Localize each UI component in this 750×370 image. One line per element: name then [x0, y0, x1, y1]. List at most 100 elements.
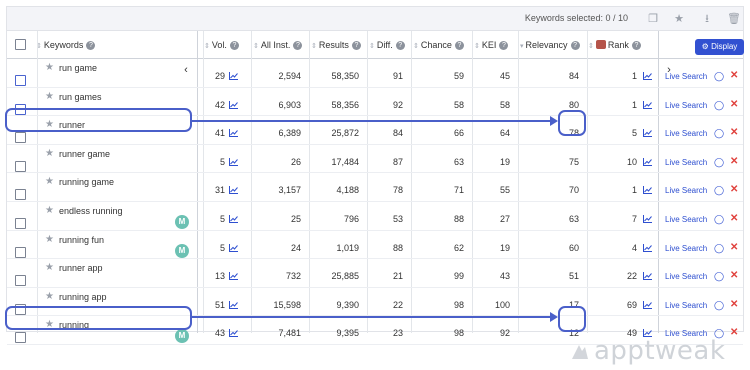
delete-icon[interactable]: ✕ — [730, 299, 738, 310]
cell-chance: 63 — [453, 156, 464, 167]
column-rank[interactable]: ⇕ Rank? — [588, 31, 641, 59]
trend-chart-icon[interactable] — [229, 329, 238, 338]
m-badge: M — [175, 243, 189, 258]
star-icon[interactable]: ★ — [45, 91, 54, 102]
trend-chart-icon[interactable] — [229, 100, 238, 109]
keyword-text: running fun — [59, 234, 105, 245]
trend-chart-icon[interactable] — [643, 300, 652, 309]
display-button[interactable]: ⚙ Display — [695, 39, 744, 55]
cell-results: 1,019 — [336, 242, 359, 253]
row-checkbox[interactable] — [15, 132, 26, 144]
live-search-link[interactable]: Live Search — [665, 215, 707, 224]
cell-diff: 91 — [392, 71, 403, 81]
lightbulb-icon[interactable]: ◯ — [714, 185, 724, 196]
trend-chart-icon[interactable] — [229, 72, 238, 80]
cell-diff: 88 — [392, 242, 403, 253]
row-checkbox[interactable] — [15, 275, 26, 287]
select-all-checkbox[interactable] — [15, 39, 26, 50]
lightbulb-icon[interactable]: ◯ — [714, 157, 724, 168]
delete-icon[interactable]: ✕ — [730, 99, 738, 110]
column-keywords[interactable]: ⇕ Keywords? — [36, 31, 96, 59]
download-icon[interactable]: ⭳ — [699, 11, 715, 27]
table-row[interactable]: ★ run game 29 2,594 58,350 91 59 45 84 1 Live Sear… — [7, 59, 743, 88]
column-diff[interactable]: ⇕ Diff.? — [369, 31, 405, 59]
column-chance[interactable]: ⇕ Chance? — [413, 31, 464, 59]
delete-icon[interactable]: ✕ — [730, 270, 738, 281]
trend-chart-icon[interactable] — [229, 157, 238, 166]
column-relevancy[interactable]: ▾ Relevancy? — [520, 31, 580, 59]
table-row[interactable]: ★ runner app 13 732 25,885 21 99 43 51 22 Live Sea… — [7, 259, 743, 288]
trend-chart-icon[interactable] — [229, 272, 238, 281]
copy-icon[interactable]: ❐ — [645, 11, 661, 27]
trend-chart-icon[interactable] — [229, 186, 238, 195]
star-icon[interactable]: ★ — [45, 262, 54, 273]
live-search-link[interactable]: Live Search — [665, 158, 707, 167]
cell-kei: 43 — [499, 271, 510, 282]
trend-chart-icon[interactable] — [229, 129, 238, 138]
cell-kei: 58 — [499, 99, 510, 110]
trash-icon[interactable]: 🗑 — [726, 11, 742, 27]
cell-results: 796 — [343, 214, 359, 224]
live-search-link[interactable]: Live Search — [665, 72, 707, 81]
trend-chart-icon[interactable] — [643, 129, 652, 138]
live-search-link[interactable]: Live Search — [665, 101, 707, 110]
star-icon[interactable]: ★ — [45, 205, 54, 216]
row-checkbox[interactable] — [15, 218, 26, 229]
live-search-link[interactable]: Live Search — [665, 272, 707, 281]
cell-kei: 55 — [499, 185, 510, 196]
lightbulb-icon[interactable]: ◯ — [714, 300, 724, 311]
star-icon[interactable]: ★ — [45, 176, 54, 187]
lightbulb-icon[interactable]: ◯ — [714, 271, 724, 282]
delete-icon[interactable]: ✕ — [730, 70, 738, 81]
star-icon[interactable]: ★ — [45, 291, 54, 302]
cell-kei: 64 — [499, 128, 510, 139]
cell-all-inst: 2,594 — [278, 71, 301, 81]
table-row[interactable]: ★ running game 31 3,157 4,188 78 71 55 70 1 Live S… — [7, 173, 743, 202]
row-checkbox[interactable] — [15, 332, 26, 344]
trend-chart-icon[interactable] — [229, 243, 238, 252]
trend-chart-icon[interactable] — [643, 186, 652, 195]
live-search-link[interactable]: Live Search — [665, 301, 707, 310]
lightbulb-icon[interactable]: ◯ — [714, 243, 724, 254]
table-row[interactable]: ★ running fun M 5 24 1,019 88 62 19 60 4 Live Searc… — [7, 231, 743, 260]
star-icon[interactable]: ★ — [671, 11, 687, 27]
live-search-link[interactable]: Live Search — [665, 244, 707, 253]
star-icon[interactable]: ★ — [45, 62, 54, 73]
cell-all-inst: 24 — [290, 242, 301, 253]
cell-results: 58,356 — [331, 99, 359, 110]
lightbulb-icon[interactable]: ◯ — [714, 100, 724, 111]
trend-chart-icon[interactable] — [643, 243, 652, 252]
live-search-link[interactable]: Live Search — [665, 129, 707, 138]
table-row[interactable]: ★ runner game 5 26 17,484 87 63 19 75 10 Live Sear… — [7, 145, 743, 174]
delete-icon[interactable]: ✕ — [730, 213, 738, 224]
live-search-link[interactable]: Live Search — [665, 186, 707, 195]
delete-icon[interactable]: ✕ — [730, 127, 738, 138]
delete-icon[interactable]: ✕ — [730, 242, 738, 253]
trend-chart-icon[interactable] — [643, 157, 652, 166]
trend-chart-icon[interactable] — [643, 100, 652, 109]
row-checkbox[interactable] — [15, 160, 26, 172]
cell-diff: 53 — [392, 214, 403, 224]
row-checkbox[interactable] — [15, 75, 26, 86]
lightbulb-icon[interactable]: ◯ — [714, 71, 724, 82]
trend-chart-icon[interactable] — [229, 300, 238, 309]
lightbulb-icon[interactable]: ◯ — [714, 214, 724, 225]
table-row[interactable]: ★ endless running M 5 25 796 53 88 27 63 7 Live Sea… — [7, 202, 743, 231]
cell-chance: 66 — [453, 128, 464, 139]
lightbulb-icon[interactable]: ◯ — [714, 128, 724, 139]
row-checkbox[interactable] — [15, 189, 26, 201]
trend-chart-icon[interactable] — [643, 272, 652, 281]
column-kei[interactable]: ⇕ KEI? — [474, 31, 509, 59]
column-results[interactable]: ⇕ Results? — [311, 31, 361, 59]
star-icon[interactable]: ★ — [45, 148, 54, 159]
trend-chart-icon[interactable] — [643, 215, 652, 223]
delete-icon[interactable]: ✕ — [730, 184, 738, 195]
trend-chart-icon[interactable] — [229, 215, 238, 223]
delete-icon[interactable]: ✕ — [730, 327, 738, 338]
star-icon[interactable]: ★ — [45, 234, 54, 245]
trend-chart-icon[interactable] — [643, 72, 652, 80]
column-vol[interactable]: ⇕ Vol.? — [204, 31, 239, 59]
row-checkbox[interactable] — [15, 246, 26, 258]
delete-icon[interactable]: ✕ — [730, 156, 738, 167]
column-all-inst[interactable]: ⇕ All Inst.? — [253, 31, 303, 59]
